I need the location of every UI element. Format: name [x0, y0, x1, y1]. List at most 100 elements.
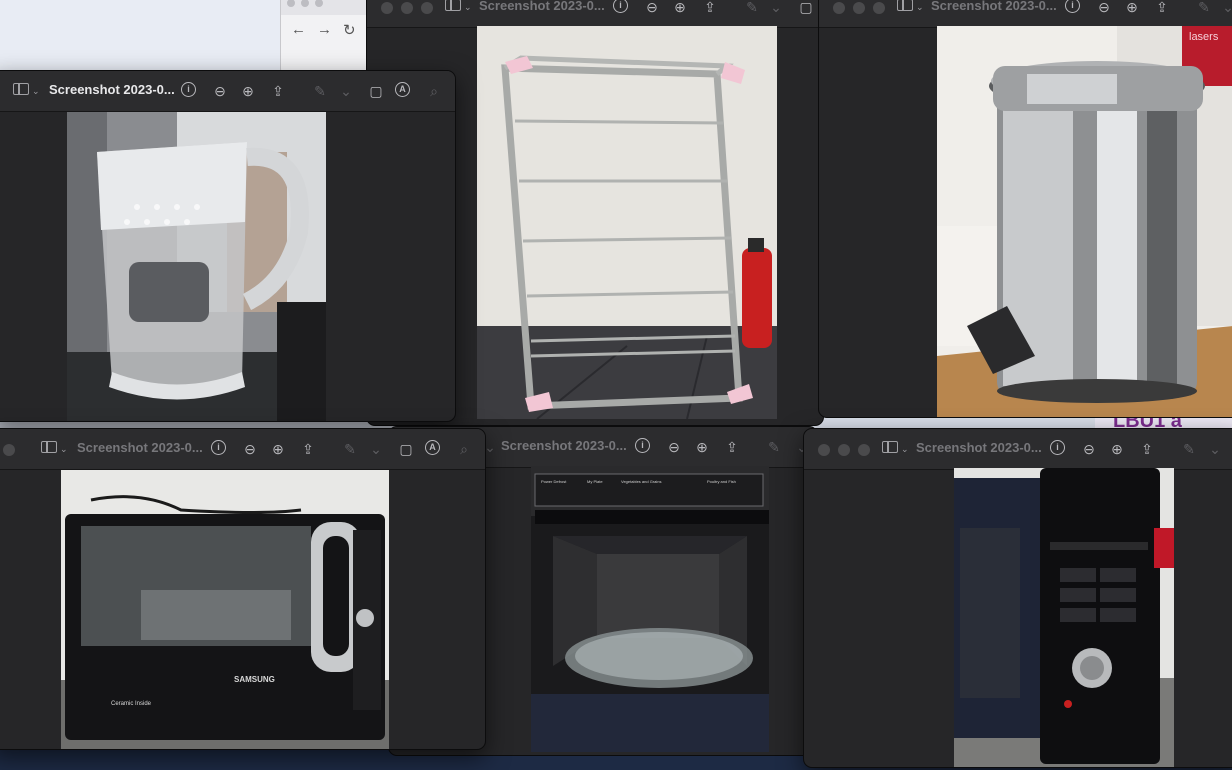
zoom-out-icon[interactable]: ⊖ [665, 438, 683, 456]
panel-label-power-defrost: Power Defrost [541, 479, 567, 484]
info-icon[interactable]: i [1065, 0, 1083, 16]
close-button[interactable] [833, 2, 845, 14]
desktop-background [0, 0, 280, 70]
sidebar-icon [897, 0, 913, 11]
chevron-down-icon: ⌄ [32, 86, 40, 96]
zoom-button[interactable] [873, 2, 885, 14]
traffic-lights [833, 1, 893, 19]
sidebar-toggle[interactable]: ⌄ [897, 0, 924, 16]
share-icon[interactable]: ⇪ [723, 438, 741, 456]
rotate-icon[interactable]: ▢ [797, 0, 815, 16]
share-icon[interactable]: ⇪ [299, 440, 317, 458]
rotate-icon[interactable]: ▢ [397, 440, 415, 458]
window-title: Screenshot 2023-0... [479, 0, 605, 13]
photo-label-ceramic: Ceramic Inside [111, 701, 152, 707]
chevron-down-icon[interactable]: ⌄ [767, 0, 785, 16]
chevron-down-icon[interactable]: ⌄ [1219, 0, 1232, 16]
forward-arrow-icon[interactable]: → [317, 21, 332, 38]
preview-window-microwave-panel[interactable]: ⌄ Screenshot 2023-0... i ⊖ ⊕ ⇪ ✎ ⌄ [803, 428, 1232, 768]
close-button[interactable] [381, 2, 393, 14]
share-icon[interactable]: ⇪ [701, 0, 719, 16]
preview-window-pedal-bin[interactable]: ⌄ Screenshot 2023-0... i ⊖ ⊕ ⇪ ✎ ⌄ laser… [818, 0, 1232, 418]
window-toolbar: ⌄ Screenshot 2023-0... i ⊖ ⊕ ⇪ ✎ ⌄ ▢ [367, 0, 823, 28]
minimize-button[interactable] [401, 2, 413, 14]
sidebar-toggle[interactable]: ⌄ [13, 82, 40, 100]
traffic-lights [381, 1, 441, 19]
markup-pen-icon[interactable]: ✎ [1180, 440, 1198, 458]
photo-drying-rack [477, 26, 777, 419]
rotate-icon[interactable]: ▢ [367, 82, 385, 100]
panel-label-poultry: Poultry and Fish [707, 479, 736, 484]
zoom-button[interactable] [858, 444, 870, 456]
sidebar-toggle[interactable]: ⌄ [882, 440, 909, 458]
chevron-down-icon[interactable]: ⌄ [1206, 440, 1224, 458]
panel-label-vegetables: Vegetables and Grains [621, 479, 662, 484]
share-icon[interactable]: ⇪ [1153, 0, 1171, 16]
zoom-out-icon[interactable]: ⊖ [1095, 0, 1113, 16]
panel-label-my-plate: My Plate [587, 479, 603, 484]
zoom-in-icon[interactable]: ⊕ [693, 438, 711, 456]
share-icon[interactable]: ⇪ [269, 82, 287, 100]
window-title: Screenshot 2023-0... [49, 82, 175, 97]
zoom-out-icon[interactable]: ⊖ [643, 0, 661, 16]
chevron-down-icon: ⌄ [60, 444, 68, 454]
window-toolbar: ⌄ Screenshot 2023-0... i ⊖ ⊕ ⇪ ✎ ⌄ [804, 429, 1232, 470]
info-icon[interactable]: i [613, 0, 631, 16]
sidebar-toggle[interactable]: ⌄ [445, 0, 472, 16]
info-icon[interactable]: i [635, 438, 653, 456]
window-title: Screenshot 2023-0... [501, 438, 627, 453]
chevron-down-icon[interactable]: ⌄ [337, 82, 355, 100]
info-icon[interactable]: i [211, 440, 229, 458]
zoom-in-icon[interactable]: ⊕ [239, 82, 257, 100]
search-icon[interactable]: ⌕ [455, 440, 473, 458]
traffic-lights [818, 443, 878, 461]
back-arrow-icon[interactable]: ← [291, 21, 306, 38]
photo-label-lasers: lasers [1189, 31, 1219, 43]
photo-microwave-open [531, 466, 769, 752]
zoom-button[interactable] [421, 2, 433, 14]
sidebar-icon [41, 441, 57, 453]
chevron-down-icon: ⌄ [464, 2, 472, 12]
browser-window: ← → ↻ [280, 0, 368, 75]
traffic-lights [3, 443, 23, 461]
reload-icon[interactable]: ↻ [343, 21, 356, 39]
chevron-down-icon: ⌄ [901, 444, 909, 454]
close-button[interactable] [818, 444, 830, 456]
minimize-button[interactable] [853, 2, 865, 14]
annotate-icon[interactable]: A [425, 440, 443, 458]
window-title: Screenshot 2023-0... [77, 440, 203, 455]
markup-pen-icon[interactable]: ✎ [311, 82, 329, 100]
markup-pen-icon[interactable]: ✎ [1195, 0, 1213, 16]
zoom-in-icon[interactable]: ⊕ [671, 0, 689, 16]
zoom-in-icon[interactable]: ⊕ [1123, 0, 1141, 16]
photo-water-jug [67, 112, 326, 421]
window-title: Screenshot 2023-0... [916, 440, 1042, 455]
markup-pen-icon[interactable]: ✎ [743, 0, 761, 16]
photo-microwave-front [61, 470, 389, 749]
sidebar-icon [882, 441, 898, 453]
chevron-down-icon[interactable]: ⌄ [367, 440, 385, 458]
zoom-out-icon[interactable]: ⊖ [1080, 440, 1098, 458]
search-icon[interactable]: ⌕ [425, 82, 443, 100]
info-icon[interactable]: i [1050, 440, 1068, 458]
zoom-out-icon[interactable]: ⊖ [211, 82, 229, 100]
markup-pen-icon[interactable]: ✎ [341, 440, 359, 458]
preview-window-microwave-front[interactable]: ⌄ Screenshot 2023-0... i ⊖ ⊕ ⇪ ✎ ⌄ ▢ A ⌕… [0, 428, 486, 750]
window-toolbar: ⌄ Screenshot 2023-0... i ⊖ ⊕ ⇪ ✎ ⌄ ▢ A ⌕ [0, 429, 485, 470]
sidebar-icon [445, 0, 461, 11]
minimize-button[interactable] [838, 444, 850, 456]
preview-window-water-jug[interactable]: ⌄ Screenshot 2023-0... i ⊖ ⊕ ⇪ ✎ ⌄ ▢ A ⌕ [0, 70, 456, 422]
sidebar-icon [13, 83, 29, 95]
markup-pen-icon[interactable]: ✎ [765, 438, 783, 456]
zoom-in-icon[interactable]: ⊕ [1108, 440, 1126, 458]
window-toolbar: ⌄ Screenshot 2023-0... i ⊖ ⊕ ⇪ ✎ ⌄ [819, 0, 1232, 28]
zoom-in-icon[interactable]: ⊕ [269, 440, 287, 458]
photo-label-samsung: SAMSUNG [234, 675, 275, 684]
share-icon[interactable]: ⇪ [1138, 440, 1156, 458]
close-button[interactable] [3, 444, 15, 456]
chevron-down-icon: ⌄ [916, 2, 924, 12]
zoom-out-icon[interactable]: ⊖ [241, 440, 259, 458]
info-icon[interactable]: i [181, 82, 199, 100]
sidebar-toggle[interactable]: ⌄ [41, 440, 68, 458]
annotate-icon[interactable]: A [395, 82, 413, 100]
